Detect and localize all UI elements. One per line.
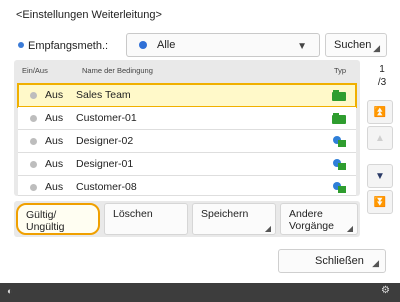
double-up-icon: ⏫ bbox=[373, 106, 387, 118]
save-label: Speichern bbox=[201, 208, 249, 220]
row-status: Aus bbox=[45, 112, 64, 124]
list-item[interactable]: Aus Designer-01 bbox=[18, 153, 356, 176]
list-item[interactable]: Aus Sales Team bbox=[17, 83, 357, 108]
close-label: Schließen bbox=[315, 255, 364, 267]
row-status: Aus bbox=[45, 89, 64, 101]
status-dot-icon bbox=[30, 184, 37, 191]
corner-arrow-icon: ◢ bbox=[372, 258, 379, 268]
row-name: Designer-01 bbox=[76, 158, 134, 170]
status-dot-icon bbox=[30, 138, 37, 145]
header-onoff: Ein/Aus bbox=[22, 66, 48, 75]
corner-arrow-icon: ◢ bbox=[373, 43, 380, 53]
folder-green-icon bbox=[332, 90, 346, 101]
row-name: Sales Team bbox=[76, 89, 131, 101]
page-down-button[interactable]: ▼ bbox=[367, 164, 393, 188]
row-name: Customer-01 bbox=[76, 112, 137, 124]
delete-button[interactable]: Löschen bbox=[104, 203, 188, 235]
row-name: Customer-08 bbox=[76, 181, 137, 193]
close-button[interactable]: Schließen ◢ bbox=[278, 249, 386, 273]
list-item[interactable]: Aus Designer-02 bbox=[18, 130, 356, 153]
header-name: Name der Bedingung bbox=[82, 66, 153, 75]
search-button[interactable]: Suchen ◢ bbox=[325, 33, 387, 57]
corner-arrow-icon: ◢ bbox=[264, 224, 271, 233]
action-bar: Gültig/ Ungültig Löschen Speichern ◢ And… bbox=[14, 201, 360, 237]
network-folder-icon bbox=[333, 136, 346, 147]
other-label: Andere Vorgänge bbox=[289, 208, 334, 232]
status-bar: ◐ ⚙ bbox=[0, 283, 400, 302]
toggle-valid-button[interactable]: Gültig/ Ungültig bbox=[16, 203, 100, 235]
page-current: 1 bbox=[379, 64, 385, 75]
other-operations-button[interactable]: Andere Vorgänge ◢ bbox=[280, 203, 358, 235]
page-last-button[interactable]: ⏬ bbox=[367, 190, 393, 214]
network-folder-icon bbox=[333, 182, 346, 193]
list-item[interactable]: Aus Customer-01 bbox=[18, 107, 356, 130]
network-folder-icon bbox=[333, 159, 346, 170]
header-type: Typ bbox=[334, 66, 347, 75]
up-arrow-icon: ▲ bbox=[375, 132, 385, 144]
page-title: <Einstellungen Weiterleitung> bbox=[16, 9, 162, 21]
pager: 1 /3 ⏫ ▲ ▼ ⏬ bbox=[365, 60, 393, 220]
status-dot-icon bbox=[30, 161, 37, 168]
indicator-icon: ◐ bbox=[7, 286, 13, 296]
page-up-button[interactable]: ▲ bbox=[367, 126, 393, 150]
status-dot-icon bbox=[30, 92, 37, 99]
select-value: Alle bbox=[157, 39, 176, 51]
double-down-icon: ⏬ bbox=[373, 196, 387, 208]
delete-label: Löschen bbox=[113, 208, 153, 220]
row-status: Aus bbox=[45, 158, 64, 170]
status-dot-icon bbox=[30, 115, 37, 122]
list-item[interactable]: Aus Customer-08 bbox=[18, 176, 356, 196]
filter-label: Empfangsmeth.: bbox=[28, 40, 109, 52]
conditions-list: Ein/Aus Name der Bedingung Typ Aus Sales… bbox=[14, 60, 360, 196]
page-first-button[interactable]: ⏫ bbox=[367, 100, 393, 124]
row-name: Designer-02 bbox=[76, 135, 134, 147]
row-status: Aus bbox=[45, 181, 64, 193]
receive-method-select[interactable]: Alle ▼ bbox=[126, 33, 320, 57]
save-button[interactable]: Speichern ◢ bbox=[192, 203, 276, 235]
chevron-down-icon: ▼ bbox=[297, 41, 307, 52]
search-label: Suchen bbox=[334, 39, 372, 51]
corner-arrow-icon: ◢ bbox=[346, 224, 353, 233]
row-status: Aus bbox=[45, 135, 64, 147]
bullet-icon bbox=[18, 42, 24, 48]
radio-dot-icon bbox=[139, 41, 147, 49]
toggle-label: Gültig/ Ungültig bbox=[26, 209, 65, 233]
settings-icon[interactable]: ⚙ bbox=[381, 285, 390, 296]
folder-green-icon bbox=[332, 113, 346, 124]
down-arrow-icon: ▼ bbox=[375, 170, 385, 182]
page-total: /3 bbox=[377, 77, 387, 88]
